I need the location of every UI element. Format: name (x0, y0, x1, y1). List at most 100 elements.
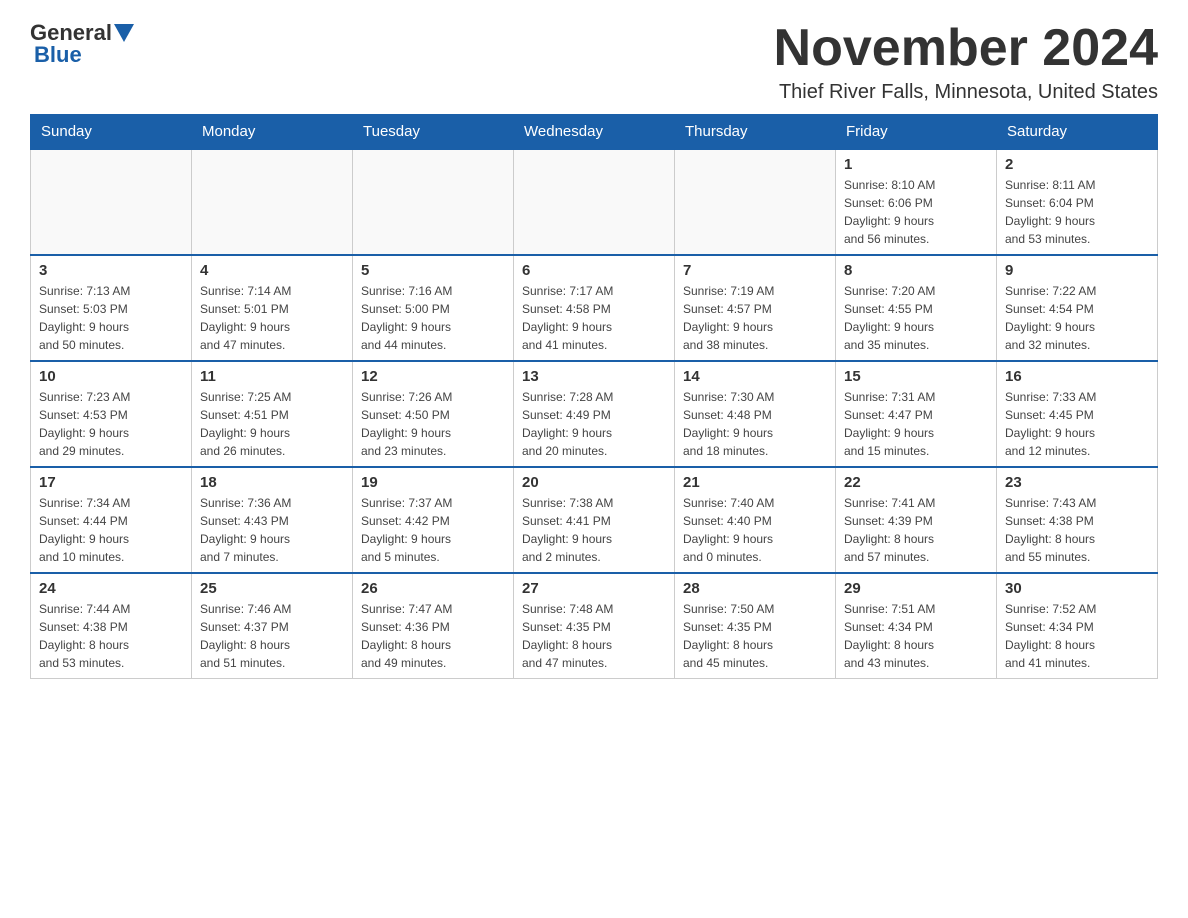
day-info: Sunrise: 7:40 AMSunset: 4:40 PMDaylight:… (683, 494, 827, 566)
calendar-week-row: 3 Sunrise: 7:13 AMSunset: 5:03 PMDaylight… (31, 255, 1158, 361)
calendar-header-wednesday: Wednesday (514, 115, 675, 150)
calendar-cell (192, 149, 353, 255)
day-info: Sunrise: 7:20 AMSunset: 4:55 PMDaylight:… (844, 282, 988, 354)
day-number: 30 (1005, 580, 1149, 597)
calendar-week-row: 1 Sunrise: 8:10 AMSunset: 6:06 PMDaylight… (31, 149, 1158, 255)
day-info: Sunrise: 8:11 AMSunset: 6:04 PMDaylight:… (1005, 176, 1149, 248)
title-section: November 2024 Thief River Falls, Minneso… (774, 20, 1158, 104)
calendar-cell: 15 Sunrise: 7:31 AMSunset: 4:47 PMDayligh… (836, 361, 997, 467)
calendar-header-row: SundayMondayTuesdayWednesdayThursdayFrid… (31, 115, 1158, 150)
calendar-cell: 30Sunrise: 7:52 AMSunset: 4:34 PMDayligh… (997, 573, 1158, 679)
day-number: 21 (683, 474, 827, 491)
calendar-header-sunday: Sunday (31, 115, 192, 150)
calendar-cell: 24 Sunrise: 7:44 AMSunset: 4:38 PMDayligh… (31, 573, 192, 679)
day-info: Sunrise: 7:23 AMSunset: 4:53 PMDaylight:… (39, 388, 183, 460)
calendar-cell: 22Sunrise: 7:41 AMSunset: 4:39 PMDayligh… (836, 467, 997, 573)
day-info: Sunrise: 8:10 AMSunset: 6:06 PMDaylight:… (844, 176, 988, 248)
day-number: 5 (361, 262, 505, 279)
logo-blue-text: Blue (30, 42, 82, 68)
calendar-cell: 18 Sunrise: 7:36 AMSunset: 4:43 PMDayligh… (192, 467, 353, 573)
calendar-cell: 4 Sunrise: 7:14 AMSunset: 5:01 PMDaylight… (192, 255, 353, 361)
day-info: Sunrise: 7:17 AMSunset: 4:58 PMDaylight:… (522, 282, 666, 354)
day-number: 7 (683, 262, 827, 279)
day-info: Sunrise: 7:51 AMSunset: 4:34 PMDaylight:… (844, 600, 988, 672)
day-info: Sunrise: 7:38 AMSunset: 4:41 PMDaylight:… (522, 494, 666, 566)
calendar-cell: 28 Sunrise: 7:50 AMSunset: 4:35 PMDayligh… (675, 573, 836, 679)
calendar-cell: 3 Sunrise: 7:13 AMSunset: 5:03 PMDaylight… (31, 255, 192, 361)
calendar-cell: 27Sunrise: 7:48 AMSunset: 4:35 PMDayligh… (514, 573, 675, 679)
logo[interactable]: General Blue (30, 20, 136, 68)
day-info: Sunrise: 7:47 AMSunset: 4:36 PMDaylight:… (361, 600, 505, 672)
calendar-cell: 20Sunrise: 7:38 AMSunset: 4:41 PMDayligh… (514, 467, 675, 573)
day-info: Sunrise: 7:44 AMSunset: 4:38 PMDaylight:… (39, 600, 183, 672)
calendar-cell (675, 149, 836, 255)
calendar-header-friday: Friday (836, 115, 997, 150)
day-number: 4 (200, 262, 344, 279)
day-number: 6 (522, 262, 666, 279)
day-number: 3 (39, 262, 183, 279)
day-number: 25 (200, 580, 344, 597)
day-info: Sunrise: 7:37 AMSunset: 4:42 PMDaylight:… (361, 494, 505, 566)
page-header: General Blue November 2024 Thief River F… (30, 20, 1158, 104)
calendar-cell: 7 Sunrise: 7:19 AMSunset: 4:57 PMDaylight… (675, 255, 836, 361)
calendar-cell: 21 Sunrise: 7:40 AMSunset: 4:40 PMDayligh… (675, 467, 836, 573)
day-info: Sunrise: 7:16 AMSunset: 5:00 PMDaylight:… (361, 282, 505, 354)
day-number: 22 (844, 474, 988, 491)
day-number: 8 (844, 262, 988, 279)
day-number: 16 (1005, 368, 1149, 385)
logo-triangle-icon (114, 24, 134, 42)
calendar-cell: 29Sunrise: 7:51 AMSunset: 4:34 PMDayligh… (836, 573, 997, 679)
calendar-cell: 23 Sunrise: 7:43 AMSunset: 4:38 PMDayligh… (997, 467, 1158, 573)
calendar-cell: 11Sunrise: 7:25 AMSunset: 4:51 PMDayligh… (192, 361, 353, 467)
calendar-cell: 13 Sunrise: 7:28 AMSunset: 4:49 PMDayligh… (514, 361, 675, 467)
calendar-cell (31, 149, 192, 255)
day-info: Sunrise: 7:22 AMSunset: 4:54 PMDaylight:… (1005, 282, 1149, 354)
day-number: 15 (844, 368, 988, 385)
calendar-cell: 8 Sunrise: 7:20 AMSunset: 4:55 PMDaylight… (836, 255, 997, 361)
day-info: Sunrise: 7:33 AMSunset: 4:45 PMDaylight:… (1005, 388, 1149, 460)
day-info: Sunrise: 7:25 AMSunset: 4:51 PMDaylight:… (200, 388, 344, 460)
calendar-cell: 1 Sunrise: 8:10 AMSunset: 6:06 PMDaylight… (836, 149, 997, 255)
day-number: 19 (361, 474, 505, 491)
day-number: 28 (683, 580, 827, 597)
day-info: Sunrise: 7:50 AMSunset: 4:35 PMDaylight:… (683, 600, 827, 672)
day-info: Sunrise: 7:43 AMSunset: 4:38 PMDaylight:… (1005, 494, 1149, 566)
day-number: 17 (39, 474, 183, 491)
calendar-cell: 2 Sunrise: 8:11 AMSunset: 6:04 PMDaylight… (997, 149, 1158, 255)
day-info: Sunrise: 7:14 AMSunset: 5:01 PMDaylight:… (200, 282, 344, 354)
day-info: Sunrise: 7:28 AMSunset: 4:49 PMDaylight:… (522, 388, 666, 460)
day-info: Sunrise: 7:30 AMSunset: 4:48 PMDaylight:… (683, 388, 827, 460)
calendar-cell: 10 Sunrise: 7:23 AMSunset: 4:53 PMDayligh… (31, 361, 192, 467)
calendar-week-row: 24 Sunrise: 7:44 AMSunset: 4:38 PMDayligh… (31, 573, 1158, 679)
day-number: 18 (200, 474, 344, 491)
calendar-cell (514, 149, 675, 255)
day-number: 27 (522, 580, 666, 597)
calendar-cell: 16 Sunrise: 7:33 AMSunset: 4:45 PMDayligh… (997, 361, 1158, 467)
calendar-cell: 25 Sunrise: 7:46 AMSunset: 4:37 PMDayligh… (192, 573, 353, 679)
calendar-cell: 26 Sunrise: 7:47 AMSunset: 4:36 PMDayligh… (353, 573, 514, 679)
calendar-cell: 19 Sunrise: 7:37 AMSunset: 4:42 PMDayligh… (353, 467, 514, 573)
day-number: 2 (1005, 156, 1149, 173)
calendar-header-tuesday: Tuesday (353, 115, 514, 150)
calendar-header-saturday: Saturday (997, 115, 1158, 150)
calendar-week-row: 10 Sunrise: 7:23 AMSunset: 4:53 PMDayligh… (31, 361, 1158, 467)
day-number: 1 (844, 156, 988, 173)
calendar-header-monday: Monday (192, 115, 353, 150)
day-info: Sunrise: 7:46 AMSunset: 4:37 PMDaylight:… (200, 600, 344, 672)
day-number: 14 (683, 368, 827, 385)
day-number: 26 (361, 580, 505, 597)
month-title: November 2024 (774, 20, 1158, 77)
day-info: Sunrise: 7:19 AMSunset: 4:57 PMDaylight:… (683, 282, 827, 354)
calendar-cell: 12Sunrise: 7:26 AMSunset: 4:50 PMDayligh… (353, 361, 514, 467)
calendar-cell: 6 Sunrise: 7:17 AMSunset: 4:58 PMDaylight… (514, 255, 675, 361)
day-number: 24 (39, 580, 183, 597)
day-info: Sunrise: 7:13 AMSunset: 5:03 PMDaylight:… (39, 282, 183, 354)
day-info: Sunrise: 7:36 AMSunset: 4:43 PMDaylight:… (200, 494, 344, 566)
calendar-cell (353, 149, 514, 255)
day-number: 10 (39, 368, 183, 385)
day-number: 9 (1005, 262, 1149, 279)
day-info: Sunrise: 7:31 AMSunset: 4:47 PMDaylight:… (844, 388, 988, 460)
calendar-cell: 5 Sunrise: 7:16 AMSunset: 5:00 PMDaylight… (353, 255, 514, 361)
day-number: 23 (1005, 474, 1149, 491)
day-number: 13 (522, 368, 666, 385)
